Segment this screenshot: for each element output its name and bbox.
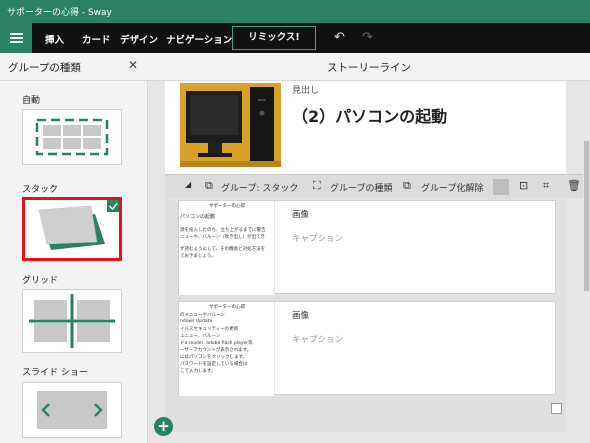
heading-text[interactable]: （2）パソコンの起動	[292, 103, 447, 127]
doc-line: こで入力します。	[180, 369, 216, 374]
doc-line: ておきましょう。	[180, 254, 216, 259]
ungroup-button[interactable]: グループ化解除	[421, 181, 483, 194]
grid-layout-icon	[29, 294, 115, 348]
doc-title: サポーターの心得	[209, 204, 245, 209]
doc-line: パソコンの起動	[180, 214, 216, 220]
menu-icon[interactable]	[0, 23, 32, 53]
tab-card[interactable]: カード	[82, 32, 111, 46]
scrollbar-thumb[interactable]	[584, 141, 589, 291]
doc-line: ず読むようにして、その機会と対処方法を	[180, 247, 266, 252]
heading-image[interactable]	[180, 83, 281, 167]
section-label-slideshow: スライド ショー	[22, 368, 88, 378]
doc-line: パスワードを設定している場合は	[180, 362, 248, 367]
group-type-panel: グループの種類 ✕ 自動 スタック グリッド スライド ショー	[0, 53, 148, 443]
auto-layout-icon	[35, 118, 109, 156]
remix-button[interactable]: リミックス!	[232, 26, 316, 50]
image-card[interactable]: サポーターの心得 のメニューやバルーン ndows Update イルスセキュリ…	[178, 301, 556, 396]
slideshow-layout-icon	[37, 391, 107, 429]
focus-checkbox[interactable]	[551, 403, 562, 414]
doc-line: イルスセキュリティーの更新	[180, 327, 239, 332]
fit-icon[interactable]: ⊡	[519, 179, 528, 192]
doc-title: サポーターの心得	[209, 305, 245, 310]
doc-line: ドe reader, adobe flash player等	[180, 341, 253, 346]
undo-icon[interactable]: ↶	[334, 30, 345, 45]
panel-title: グループの種類	[8, 62, 81, 74]
section-label-auto: 自動	[22, 96, 41, 106]
tab-navigation[interactable]: ナビゲーション	[166, 32, 232, 46]
group-type-slideshow[interactable]	[22, 382, 122, 438]
tab-design[interactable]: デザイン	[120, 32, 158, 46]
storyline-header: ストーリーライン	[148, 53, 590, 81]
heading-kicker: 見出し	[292, 86, 320, 96]
caption-input[interactable]: キャプション	[292, 333, 343, 345]
delete-icon[interactable]: 🗑	[567, 179, 581, 192]
redo-icon[interactable]: ↷	[362, 30, 373, 45]
panel-header: グループの種類 ✕	[0, 53, 148, 81]
stack-layout-icon	[38, 200, 119, 250]
vertical-scrollbar[interactable]	[583, 81, 590, 441]
image-label: 画像	[292, 311, 310, 321]
document-image[interactable]: サポーターの心得 のメニューやバルーン ndows Update イルスセキュリ…	[179, 302, 275, 396]
doc-line: 源を投入したのち、立ち上がるまでに警告	[180, 228, 266, 233]
image-card[interactable]: サポーターの心得 パソコンの起動 源を投入したのち、立ち上がるまでに警告 ニュー…	[178, 200, 556, 295]
caption-input[interactable]: キャプション	[292, 232, 343, 244]
doc-line: ーザーアカウントが表示されます。	[180, 348, 252, 353]
group-type-grid[interactable]	[22, 289, 122, 353]
pc-photo	[180, 83, 281, 167]
focus-icon[interactable]	[493, 179, 509, 195]
group-toolbar: ◢ ⧉ グループ: スタック ⛶ グループの種類 ⧉ グループ化解除 ⊡ ⌗ 🗑	[165, 174, 583, 198]
expand-icon[interactable]: ⌗	[543, 179, 549, 193]
doc-line: ndows Update	[180, 319, 213, 324]
group-type-stack[interactable]	[22, 197, 122, 261]
storyline-area: ストーリーライン 見出し （2）パソコンの起動 ◢ ⧉ グループ: スタック ⛶…	[148, 53, 590, 443]
app-toolbar: 挿入 カード デザイン ナビゲーション リミックス! ↶ ↷	[0, 23, 590, 53]
doc-line: のメニューやバルーン	[180, 313, 225, 318]
stack-group: サポーターの心得 パソコンの起動 源を投入したのち、立ち上がるまでに警告 ニュー…	[165, 198, 566, 432]
section-label-stack: スタック	[22, 185, 59, 195]
group-type-button[interactable]: グループの種類	[330, 181, 392, 194]
doc-line: ュニュー、バルーン	[180, 334, 221, 339]
document-image[interactable]: サポーターの心得 パソコンの起動 源を投入したのち、立ち上がるまでに警告 ニュー…	[179, 201, 275, 295]
close-icon[interactable]: ✕	[128, 58, 138, 72]
image-label: 画像	[292, 210, 310, 220]
section-label-grid: グリッド	[22, 276, 59, 286]
add-card-button[interactable]: +	[154, 417, 173, 436]
group-type-icon: ⛶	[313, 179, 321, 192]
group-type-auto[interactable]	[22, 109, 122, 165]
stack-icon: ⧉	[205, 179, 213, 192]
group-stack-label[interactable]: グループ: スタック	[221, 181, 298, 194]
tab-insert[interactable]: 挿入	[45, 32, 64, 46]
storyline-title: ストーリーライン	[327, 62, 411, 74]
doc-line: にはパソコンをクリックします。	[180, 355, 248, 360]
ungroup-icon: ⧉	[403, 179, 411, 192]
doc-line: ニューや、バルーン（吹き出し）が出てき	[180, 235, 266, 240]
window-title: サポーターの心得 - Sway	[0, 0, 590, 23]
collapse-icon[interactable]: ◢	[185, 180, 191, 189]
